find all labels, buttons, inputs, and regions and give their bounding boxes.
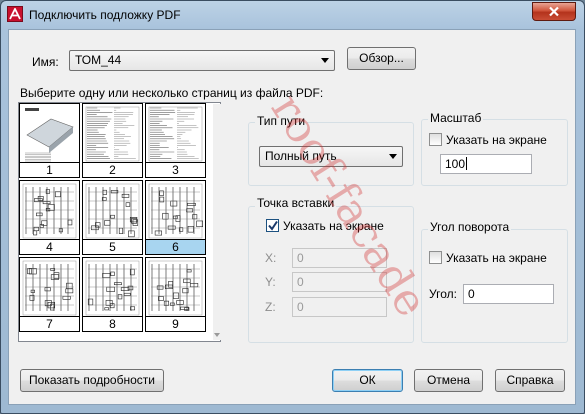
pages-scrollbar[interactable] [213,104,221,340]
scale-field[interactable]: 100 [440,154,532,174]
text-caret [466,157,468,170]
page-preview-image [85,106,140,162]
scale-group [421,119,568,186]
page-preview-image [148,106,203,162]
checkbox-box[interactable] [429,133,442,146]
rotation-label: Угол поворота [428,220,512,234]
checkbox-box[interactable] [266,219,279,232]
page-number-label: 8 [83,316,142,331]
page-number-label: 1 [20,162,79,177]
insertion-point-label: Точка вставки [255,196,337,210]
pdf-pages-list[interactable]: 123 456 789 [18,102,221,342]
rotation-specify-label: Указать на экране [446,251,547,265]
autocad-app-icon [7,6,23,22]
z-value: 0 [297,300,304,314]
page-thumbnail[interactable]: 5 [82,180,143,255]
angle-value: 0 [468,287,475,301]
scale-specify-label: Указать на экране [446,133,547,147]
z-label: Z: [265,300,276,314]
page-preview-image [22,183,77,239]
title-bar[interactable]: Подключить подложку PDF [1,1,584,29]
insertion-specify-label: Указать на экране [283,219,384,233]
page-preview-image [85,183,140,239]
page-number-label: 6 [146,239,205,254]
page-thumbnail[interactable]: 6 [145,180,206,255]
path-type-label: Тип пути [255,114,308,128]
angle-label: Угол: [429,287,457,301]
checkbox-box[interactable] [429,251,442,264]
page-preview-image [85,260,140,316]
page-thumbnail[interactable]: 3 [145,103,206,178]
show-details-button[interactable]: Показать подробности [20,369,164,392]
x-field[interactable]: 0 [292,248,387,268]
browse-button[interactable]: Обзор... [347,47,416,70]
name-value: ТОМ_44 [75,53,122,67]
chevron-down-icon [321,58,329,63]
scroll-down-arrow-icon[interactable] [213,332,221,338]
ok-button[interactable]: ОК [332,369,403,392]
page-number-label: 9 [146,316,205,331]
page-number-label: 7 [20,316,79,331]
path-type-value: Полный путь [265,149,337,163]
page-thumbnail[interactable]: 4 [19,180,80,255]
page-preview-image [148,183,203,239]
y-value: 0 [297,275,304,289]
page-preview-image [22,260,77,316]
path-type-combobox[interactable]: Полный путь [259,146,403,167]
page-number-label: 5 [83,239,142,254]
dialog-client-area: Имя: ТОМ_44 Обзор... Выберите одну или н… [8,29,576,405]
close-button[interactable] [532,2,576,21]
name-combobox[interactable]: ТОМ_44 [69,50,335,71]
cancel-button[interactable]: Отмена [414,369,483,392]
chevron-down-icon [389,154,397,159]
page-thumbnail[interactable]: 7 [19,257,80,332]
scale-label: Масштаб [428,111,484,125]
y-label: Y: [265,275,276,289]
scale-value: 100 [445,157,466,171]
page-thumbnail[interactable]: 2 [82,103,143,178]
close-icon [549,6,559,17]
x-label: X: [265,251,277,265]
page-preview-image [148,260,203,316]
page-thumbnail[interactable]: 8 [82,257,143,332]
page-preview-image [25,108,74,162]
help-button[interactable]: Справка [495,369,565,392]
z-field[interactable]: 0 [292,297,387,317]
checkmark-icon [268,220,278,231]
dialog-window: Подключить подложку PDF Имя: ТОМ_44 Обзо… [0,0,585,414]
page-number-label: 2 [83,162,142,177]
page-number-label: 3 [146,162,205,177]
x-value: 0 [297,251,304,265]
window-title: Подключить подложку PDF [29,8,181,22]
angle-field[interactable]: 0 [463,284,554,304]
pages-prompt: Выберите одну или несколько страниц из ф… [20,86,324,100]
name-label: Имя: [32,55,59,69]
y-field[interactable]: 0 [292,272,387,292]
page-number-label: 4 [20,239,79,254]
page-thumbnail[interactable]: 9 [145,257,206,332]
page-thumbnail[interactable]: 1 [19,103,80,178]
